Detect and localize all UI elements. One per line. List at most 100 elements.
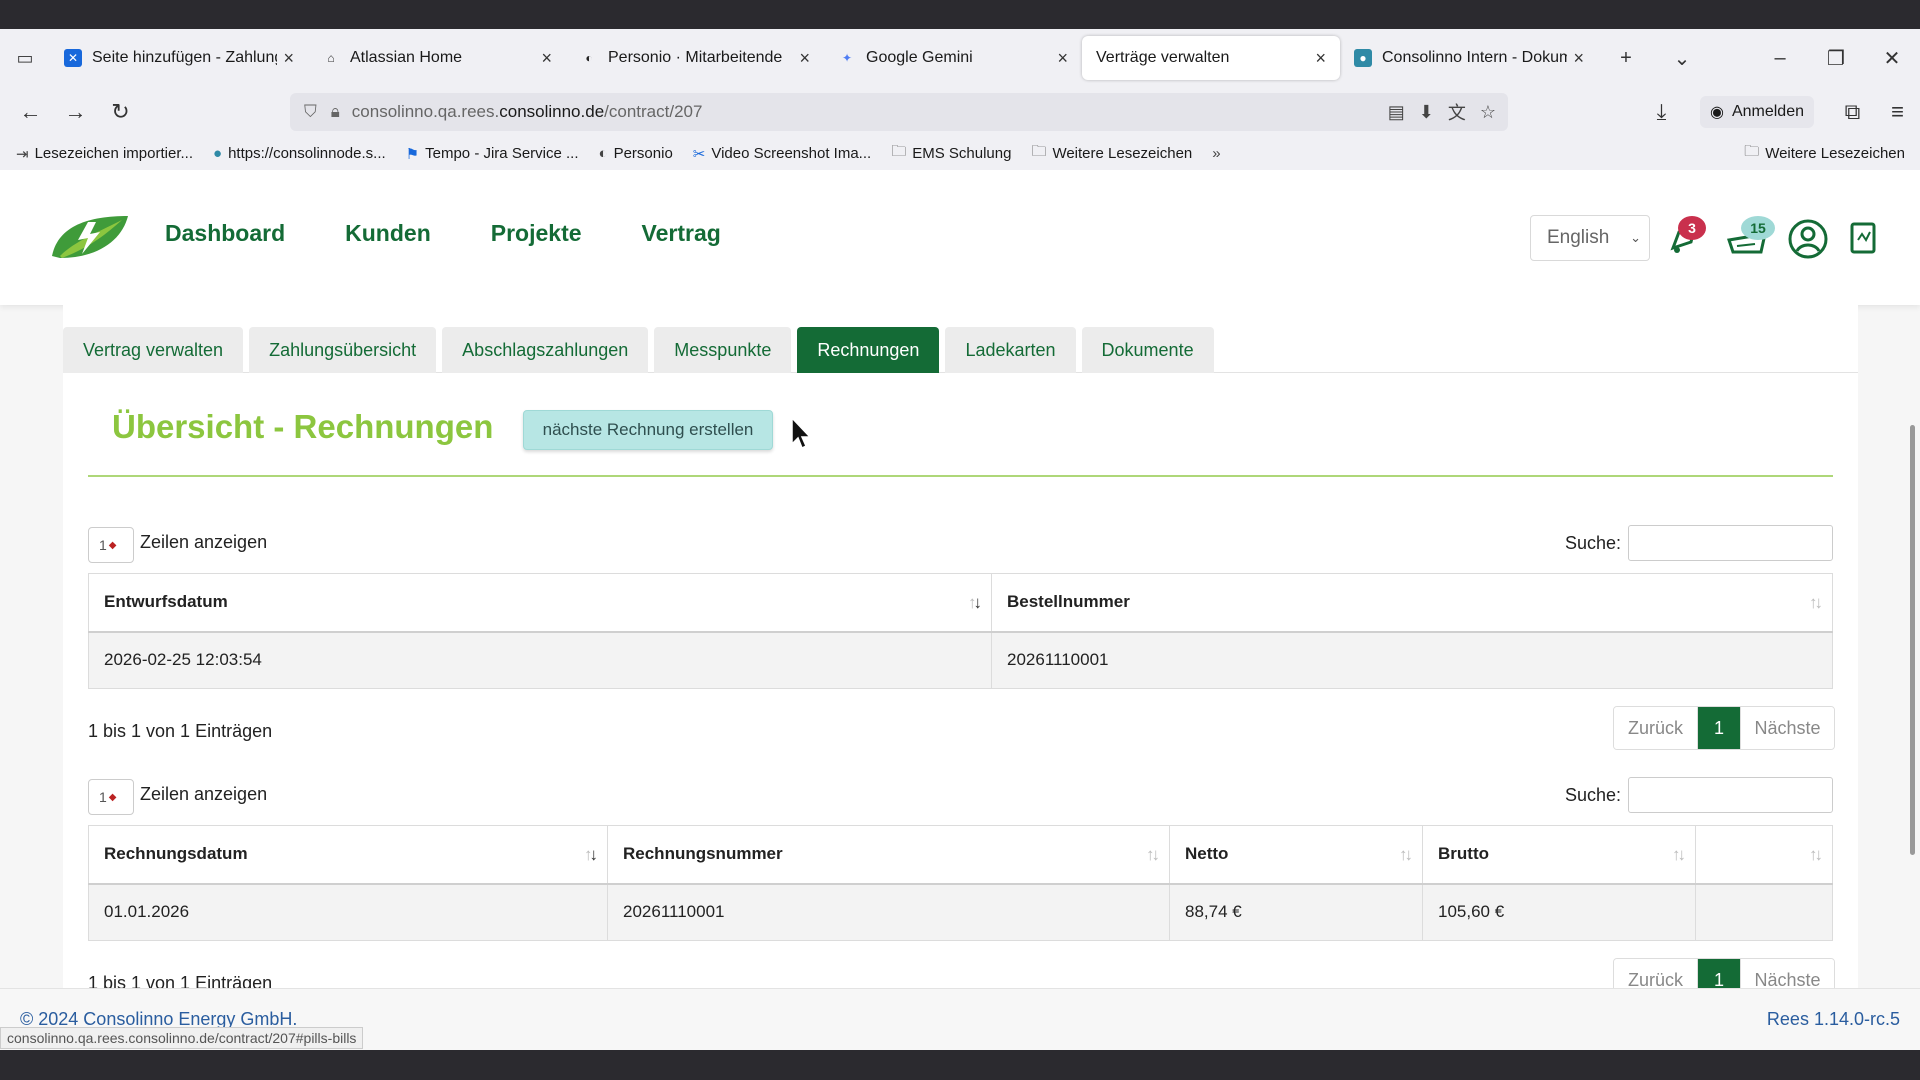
close-tab-icon[interactable]: × bbox=[799, 48, 810, 69]
url-host: consolinno.de bbox=[499, 102, 605, 121]
browser-tab-active[interactable]: Verträge verwalten × bbox=[1082, 36, 1340, 80]
table-cell bbox=[1695, 883, 1833, 941]
bookmark-item[interactable]: ✂ Video Screenshot Ima... bbox=[693, 145, 871, 163]
search-input[interactable] bbox=[1628, 777, 1833, 813]
new-tab-icon[interactable]: + bbox=[1598, 47, 1654, 70]
translate-icon[interactable]: 文 bbox=[1448, 99, 1466, 125]
bookmark-item[interactable]: ● https://consolinnode.s... bbox=[213, 145, 386, 162]
column-header-brutto[interactable]: Brutto ↑↓ bbox=[1422, 825, 1696, 885]
tab-ladekarten[interactable]: Ladekarten bbox=[945, 327, 1076, 373]
user-profile-icon[interactable] bbox=[1787, 218, 1829, 260]
chevron-double-icon: » bbox=[1212, 145, 1221, 162]
close-tab-icon[interactable]: × bbox=[283, 48, 294, 69]
os-top-strip bbox=[0, 0, 1920, 29]
close-window-icon[interactable]: ✕ bbox=[1864, 46, 1920, 71]
personio-icon: ◐ bbox=[585, 51, 593, 65]
column-header-rechnungsnummer[interactable]: Rechnungsnummer ↑↓ bbox=[607, 825, 1170, 885]
create-next-invoice-button[interactable]: nächste Rechnung erstellen bbox=[523, 410, 773, 450]
bookmark-item[interactable]: ⚑ Tempo - Jira Service ... bbox=[406, 145, 579, 163]
downloads-icon[interactable]: ⤓ bbox=[1639, 99, 1684, 125]
bookmark-item[interactable]: 🗀 EMS Schulung bbox=[891, 141, 1011, 166]
tab-rechnungen[interactable]: Rechnungen bbox=[797, 327, 940, 373]
language-select[interactable]: English ⌄ bbox=[1530, 215, 1650, 261]
close-tab-icon[interactable]: × bbox=[1573, 48, 1584, 69]
page-button-current[interactable]: 1 bbox=[1698, 707, 1740, 749]
tab-title: Personio · Mitarbeitende bbox=[608, 49, 783, 66]
menu-icon[interactable]: ≡ bbox=[1875, 99, 1920, 125]
tempo-icon: ⚑ bbox=[405, 145, 420, 163]
tab-list-icon[interactable]: ⌄ bbox=[1654, 46, 1710, 71]
column-header-actions[interactable]: ↑↓ bbox=[1695, 825, 1833, 885]
reader-view-icon[interactable]: ▤ bbox=[1388, 102, 1405, 123]
sort-icon: ↑↓ bbox=[1146, 845, 1160, 864]
tab-title: Consolinno Intern - Dokume bbox=[1382, 49, 1568, 66]
save-to-pocket-icon[interactable]: ⬇ bbox=[1419, 102, 1434, 123]
browser-tab[interactable]: ✕ Seite hinzufügen - Zahlungs × bbox=[50, 36, 308, 80]
back-icon[interactable]: ← bbox=[8, 99, 53, 125]
restore-icon[interactable]: ❐ bbox=[1808, 46, 1864, 71]
page-scrollbar[interactable] bbox=[1910, 425, 1915, 855]
bookmark-label: Personio bbox=[613, 145, 673, 162]
documents-icon[interactable] bbox=[1848, 218, 1880, 258]
tab-overview-icon[interactable]: ▭ bbox=[0, 29, 50, 87]
sort-icon: ↑↓ bbox=[968, 593, 982, 612]
browser-tab[interactable]: ◐ Personio · Mitarbeitende × bbox=[566, 36, 824, 80]
tools-icon: ✂ bbox=[692, 145, 706, 163]
signin-button[interactable]: ◉ Anmelden bbox=[1699, 96, 1814, 128]
rows-per-page-select[interactable]: 1 ◆ bbox=[88, 527, 134, 563]
minimize-icon[interactable]: – bbox=[1752, 47, 1808, 70]
browser-tab[interactable]: ● Consolinno Intern - Dokume × bbox=[1340, 36, 1598, 80]
folder-icon: 🗀 bbox=[1031, 143, 1047, 160]
browser-tab[interactable]: ⌂ Atlassian Home × bbox=[308, 36, 566, 80]
bookmarks-bar: ⇥ Lesezeichen importier... ● https://conso… bbox=[0, 137, 1920, 170]
draft-date-link[interactable]: 2026-02-25 12:03:54 bbox=[88, 631, 992, 689]
browser-chrome: ▭ ✕ Seite hinzufügen - Zahlungs × ⌂ Atla… bbox=[0, 29, 1920, 170]
bookmark-overflow[interactable]: » bbox=[1212, 145, 1220, 162]
bookmark-star-icon[interactable]: ☆ bbox=[1480, 102, 1496, 123]
address-bar[interactable]: ⛉ 🔒︎ consolinno.qa.rees. consolinno.de/co… bbox=[290, 93, 1508, 131]
invoice-date-link[interactable]: 01.01.2026 bbox=[88, 883, 608, 941]
column-header-entwurfsdatum[interactable]: Entwurfsdatum ↑↓ bbox=[88, 573, 992, 633]
gemini-icon: ✦ bbox=[841, 51, 853, 65]
search-label: Suche: bbox=[1565, 785, 1622, 805]
next-page-button[interactable]: Nächste bbox=[1740, 707, 1834, 749]
close-tab-icon[interactable]: × bbox=[541, 48, 552, 69]
select-arrows-icon: ◆ bbox=[108, 791, 117, 803]
rows-per-page-value: 1 bbox=[99, 537, 107, 553]
column-header-rechnungsdatum[interactable]: Rechnungsdatum ↑↓ bbox=[88, 825, 608, 885]
forward-icon[interactable]: → bbox=[53, 99, 98, 125]
search-input[interactable] bbox=[1628, 525, 1833, 561]
column-header-label: Rechnungsdatum bbox=[104, 844, 248, 864]
tab-vertrag-verwalten[interactable]: Vertrag verwalten bbox=[63, 327, 244, 373]
bookmark-item[interactable]: ◐ Personio bbox=[599, 145, 673, 162]
bookmark-item[interactable]: 🗀 Weitere Lesezeichen bbox=[1031, 141, 1192, 166]
shield-icon[interactable]: ⛉ bbox=[304, 102, 317, 122]
browser-tab[interactable]: ✦ Google Gemini × bbox=[824, 36, 1082, 80]
tab-zahlungsuebersicht[interactable]: Zahlungsübersicht bbox=[249, 327, 437, 373]
other-bookmarks[interactable]: 🗀 Weitere Lesezeichen bbox=[1744, 137, 1905, 170]
mouse-cursor-icon bbox=[791, 416, 812, 450]
tab-dokumente[interactable]: Dokumente bbox=[1081, 327, 1214, 373]
rows-per-page-select[interactable]: 1 ◆ bbox=[88, 779, 134, 815]
column-header-bestellnummer[interactable]: Bestellnummer ↑↓ bbox=[991, 573, 1833, 633]
nav-vertrag[interactable]: Vertrag bbox=[642, 220, 721, 247]
tab-title: Google Gemini bbox=[866, 49, 973, 66]
rows-per-page-label: Zeilen anzeigen bbox=[140, 532, 268, 552]
extensions-icon[interactable]: ⧉ bbox=[1830, 99, 1875, 125]
close-tab-icon[interactable]: × bbox=[1315, 48, 1326, 69]
nav-projekte[interactable]: Projekte bbox=[491, 220, 582, 247]
close-tab-icon[interactable]: × bbox=[1057, 48, 1068, 69]
tab-messpunkte[interactable]: Messpunkte bbox=[654, 327, 792, 373]
column-header-netto[interactable]: Netto ↑↓ bbox=[1169, 825, 1423, 885]
nav-kunden[interactable]: Kunden bbox=[345, 220, 431, 247]
table-info: 1 bis 1 von 1 Einträgen bbox=[88, 721, 273, 741]
nav-dashboard[interactable]: Dashboard bbox=[165, 220, 285, 247]
previous-page-button[interactable]: Zurück bbox=[1614, 707, 1698, 749]
tab-abschlagszahlungen[interactable]: Abschlagszahlungen bbox=[442, 327, 649, 373]
consolinno-logo[interactable] bbox=[48, 212, 130, 262]
bookmark-item[interactable]: ⇥ Lesezeichen importier... bbox=[16, 145, 193, 163]
tab-title: Verträge verwalten bbox=[1096, 49, 1230, 66]
reload-icon[interactable]: ↻ bbox=[98, 99, 143, 125]
sort-icon: ↑↓ bbox=[1809, 593, 1823, 612]
bookmark-label: Video Screenshot Ima... bbox=[711, 145, 872, 162]
